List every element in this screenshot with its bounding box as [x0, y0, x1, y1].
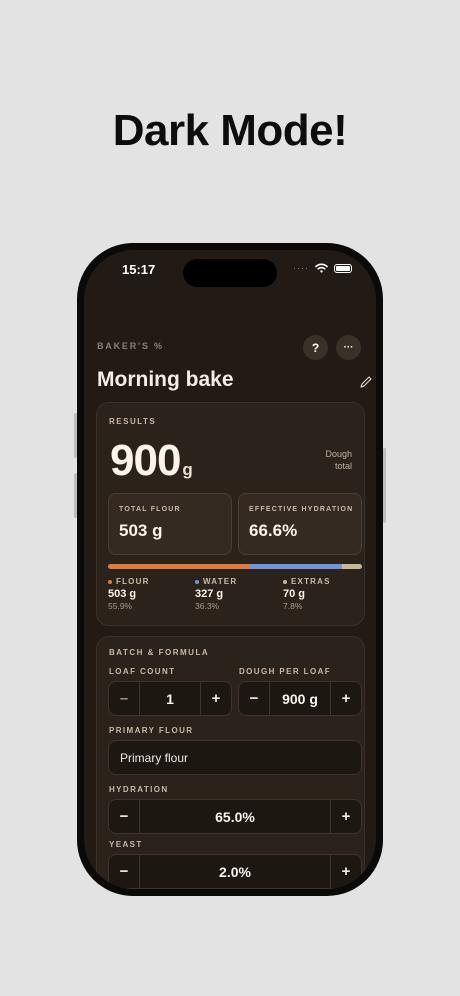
flour-dot-icon — [108, 579, 112, 584]
results-label: RESULTS — [109, 417, 157, 426]
loaf-count-minus-button[interactable]: – — [109, 682, 140, 715]
results-card: RESULTS 900 g Dough total TOTAL FLOUR 503… — [96, 402, 365, 626]
wifi-icon — [315, 263, 328, 273]
dough-total-value: 900 g — [110, 436, 193, 486]
hydration-value[interactable]: 65.0% — [140, 809, 330, 825]
loaf-count-stepper: – 1 + — [108, 681, 232, 716]
app-label: BAKER'S % — [97, 341, 164, 351]
legend-amount: 70 g — [283, 588, 306, 600]
signal-icon: ···· — [293, 263, 309, 273]
legend-water: WATER 327 g 36.3% — [195, 577, 237, 611]
extras-bar-segment — [342, 564, 362, 569]
dough-per-loaf-minus-button[interactable]: − — [239, 682, 270, 715]
legend-percent: 7.8% — [283, 601, 303, 611]
power-button — [383, 448, 386, 523]
hydration-label: HYDRATION — [109, 785, 169, 794]
total-flour-value: 503 g — [119, 521, 163, 540]
composition-bar — [108, 564, 362, 569]
battery-icon — [334, 263, 352, 273]
legend-percent: 55.9% — [108, 601, 133, 611]
dough-total-caption: Dough total — [302, 448, 352, 472]
hydration-plus-button[interactable]: + — [330, 800, 361, 833]
pencil-icon[interactable] — [359, 375, 373, 389]
status-icons: ···· — [293, 263, 352, 273]
legend-flour: FLOUR 503 g 55.9% — [108, 577, 150, 611]
dough-total-caption-line1: Dough — [325, 449, 352, 459]
yeast-stepper: − 2.0% + — [108, 854, 362, 889]
hydration-stepper: − 65.0% + — [108, 799, 362, 834]
legend-amount: 503 g — [108, 588, 137, 600]
headline: Dark Mode! — [112, 106, 348, 155]
loaf-count-value[interactable]: 1 — [140, 691, 200, 707]
legend-name: FLOUR — [116, 577, 150, 586]
loaf-count-plus-button[interactable]: + — [200, 682, 231, 715]
yeast-minus-button[interactable]: − — [109, 855, 140, 888]
legend-extras: EXTRAS 70 g 7.8% — [283, 577, 331, 611]
batch-formula-card: BATCH & FORMULA LOAF COUNT – 1 + DOUGH P… — [96, 636, 365, 889]
legend-amount: 327 g — [195, 588, 224, 600]
dough-total-number: 900 — [110, 436, 181, 485]
yeast-plus-button[interactable]: + — [330, 855, 361, 888]
primary-flour-field[interactable]: Primary flour — [108, 740, 362, 775]
dough-per-loaf-plus-button[interactable]: + — [330, 682, 361, 715]
water-bar-segment — [249, 564, 343, 569]
dough-per-loaf-label: DOUGH PER LOAF — [239, 667, 332, 676]
status-time: 15:17 — [122, 262, 156, 277]
legend-percent: 36.3% — [195, 601, 220, 611]
help-button[interactable]: ? — [303, 335, 328, 360]
total-flour-label: TOTAL FLOUR — [119, 506, 181, 513]
yeast-value[interactable]: 2.0% — [140, 864, 330, 880]
dough-per-loaf-stepper: − 900 g + — [238, 681, 362, 716]
dynamic-island — [183, 259, 277, 287]
volume-button — [74, 413, 77, 458]
flour-bar-segment — [108, 564, 250, 569]
screen: 15:17 ···· BAKER'S % ? ··· Morning bake … — [84, 250, 376, 889]
volume-button — [74, 473, 77, 518]
page-title: Morning bake — [97, 368, 234, 391]
more-button[interactable]: ··· — [336, 335, 361, 360]
dough-total-unit: g — [182, 460, 192, 479]
phone-frame: 15:17 ···· BAKER'S % ? ··· Morning bake … — [74, 243, 386, 896]
effective-hydration-label: EFFECTIVE HYDRATION — [249, 506, 354, 513]
dough-total-caption-line2: total — [334, 461, 352, 471]
hydration-minus-button[interactable]: − — [109, 800, 140, 833]
hydration-box: EFFECTIVE HYDRATION 66.6% — [238, 493, 362, 555]
yeast-label: YEAST — [109, 840, 143, 849]
effective-hydration-value: 66.6% — [249, 521, 298, 540]
batch-formula-label: BATCH & FORMULA — [109, 648, 210, 657]
water-dot-icon — [195, 579, 199, 584]
legend-name: EXTRAS — [291, 577, 331, 586]
legend-name: WATER — [203, 577, 238, 586]
extras-dot-icon — [283, 579, 287, 584]
total-flour-box: TOTAL FLOUR 503 g — [108, 493, 232, 555]
dough-per-loaf-value[interactable]: 900 g — [270, 691, 330, 707]
loaf-count-label: LOAF COUNT — [109, 667, 176, 676]
primary-flour-label: PRIMARY FLOUR — [109, 726, 194, 735]
